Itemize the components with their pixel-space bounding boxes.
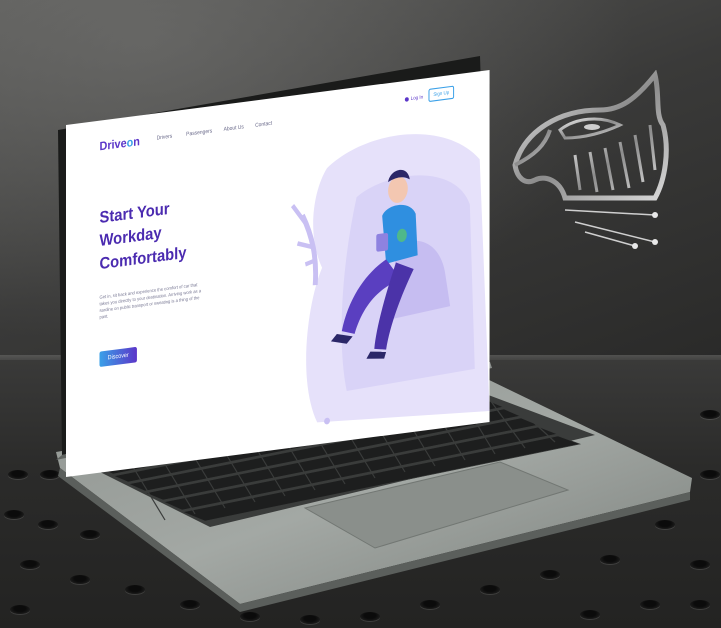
user-icon [404, 96, 409, 102]
brand-logo[interactable]: Driveon [99, 135, 139, 153]
website-screen: Driveon Drivers Passengers About Us Cont… [66, 69, 490, 478]
nav-item-passengers[interactable]: Passengers [186, 128, 212, 138]
nav-item-about-us[interactable]: About Us [224, 124, 244, 133]
scene: Driveon Drivers Passengers About Us Cont… [0, 0, 721, 628]
discover-button[interactable]: Discover [99, 346, 137, 368]
nav-item-drivers[interactable]: Drivers [157, 133, 173, 142]
login-link[interactable]: Log In [404, 93, 424, 102]
hero-title: Start Your Workday Comfortably [99, 195, 186, 276]
login-label: Log In [410, 93, 424, 102]
nav-item-contact[interactable]: Contact [255, 120, 272, 129]
hero-description: Get in, sit back and experience the comf… [99, 281, 202, 320]
signup-button[interactable]: Sign Up [428, 85, 455, 103]
driver-passenger-illustration [290, 134, 490, 425]
